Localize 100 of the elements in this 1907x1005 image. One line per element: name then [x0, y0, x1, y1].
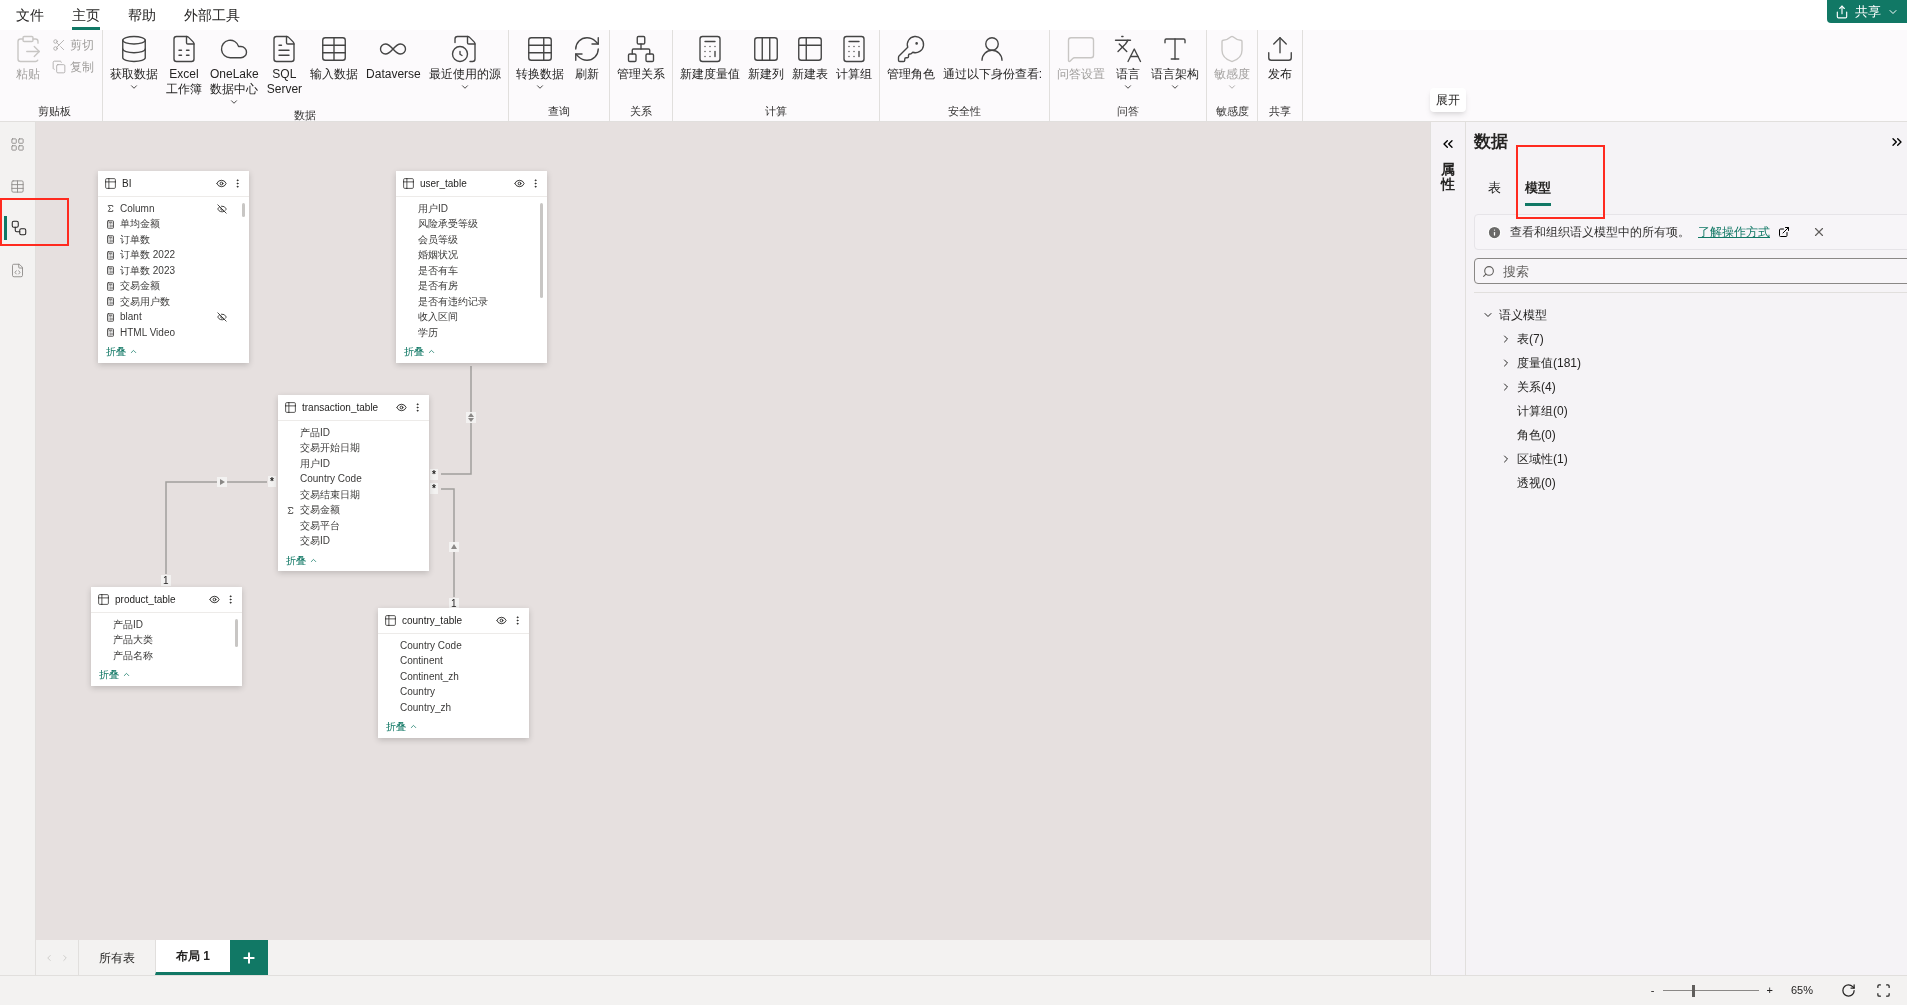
tree-item[interactable]: 透视(0) [1484, 473, 1907, 493]
ribbon-button[interactable]: 管理关系 [613, 30, 668, 82]
field-name[interactable]: Column [120, 202, 217, 215]
field-name[interactable]: 婚姻状况 [418, 249, 529, 262]
collapse-button[interactable]: 折叠 [91, 663, 242, 686]
ribbon-button[interactable]: 语言架构 [1148, 30, 1203, 92]
close-icon[interactable] [1812, 225, 1826, 239]
share-button[interactable]: 共享 [1827, 0, 1907, 23]
pane-tab[interactable]: 模型 [1525, 172, 1551, 206]
ribbon-button[interactable]: 语言 [1110, 30, 1147, 92]
scrollbar[interactable] [242, 203, 245, 217]
tree-item[interactable]: 计算组(0) [1484, 401, 1907, 421]
search-field[interactable]: 搜索 [1474, 258, 1907, 284]
field-name[interactable]: 交易金额 [300, 504, 411, 517]
ribbon-button[interactable]: 新建列 [744, 30, 787, 82]
field-name[interactable]: 订单数 [120, 233, 231, 246]
ribbon-button[interactable]: SQL Server [263, 30, 306, 97]
field-name[interactable]: 学历 [418, 326, 529, 339]
tree-item[interactable]: 关系(4) [1484, 377, 1907, 397]
ribbon-button[interactable]: Dataverse [363, 30, 424, 82]
ribbon-button[interactable]: 最近使用的源 [425, 30, 504, 92]
collapse-button[interactable]: 折叠 [278, 549, 429, 571]
field-name[interactable]: 风险承受等级 [418, 218, 529, 231]
field-name[interactable]: blant [120, 311, 217, 324]
ribbon-button[interactable]: 计算组 [832, 30, 875, 82]
field-name[interactable]: Country Code [300, 473, 411, 486]
field-name[interactable]: 交易金额 [120, 280, 231, 293]
ribbon-button[interactable]: OneLake 数据中心 [207, 30, 262, 107]
zoom-level: 65% [1790, 983, 1813, 999]
field-name[interactable]: 订单数 2022 [120, 249, 231, 262]
ribbon-button[interactable]: 输入数据 [307, 30, 362, 82]
menu-tab[interactable]: 外部工具 [184, 4, 240, 30]
field-name[interactable]: 订单数 2023 [120, 264, 231, 277]
field-name[interactable]: 是否有房 [418, 280, 529, 293]
field-name[interactable]: 是否有违约记录 [418, 295, 529, 308]
pane-tab[interactable]: 表 [1488, 172, 1501, 206]
table-card[interactable]: user_table 用户ID 风险承受等级 会员等级 婚姻状况 是否有车 是否有房 是否有违约记录 收入区间 学历 折叠 [396, 171, 547, 363]
ribbon-button[interactable]: 转换数据 [512, 30, 567, 92]
eye-icon[interactable] [216, 178, 227, 189]
field-name[interactable]: 交易开始日期 [300, 442, 411, 455]
collapse-button[interactable]: 折叠 [98, 340, 249, 363]
field-name[interactable]: 产品名称 [113, 649, 224, 662]
table-card[interactable]: product_table 产品ID 产品大类 产品名称 折叠 [91, 587, 242, 686]
menu-tab[interactable]: 文件 [16, 4, 44, 30]
field-name[interactable]: 交易结束日期 [300, 488, 411, 501]
zoom-out-button[interactable]: - [1650, 982, 1655, 999]
scrollbar[interactable] [540, 203, 543, 298]
field-name[interactable]: 会员等级 [418, 233, 529, 246]
tree-item[interactable]: 角色(0) [1484, 425, 1907, 445]
field-name[interactable]: 产品ID [113, 618, 224, 631]
field-name[interactable]: 用户ID [418, 202, 529, 215]
page-tab[interactable]: 布局 1 [155, 940, 230, 975]
zoom-in-button[interactable]: + [1766, 982, 1773, 999]
hidden-icon[interactable] [217, 203, 227, 214]
add-page-button[interactable] [230, 940, 268, 975]
collapse-button[interactable]: 折叠 [378, 715, 529, 738]
table-card[interactable]: country_table Country Code Continent Continent_zh Country Country_zh 折叠 [378, 608, 529, 738]
ribbon-button[interactable]: 管理角色 [883, 30, 938, 82]
field-name[interactable]: 收入区间 [418, 311, 529, 324]
field-name[interactable]: Country Code [400, 639, 511, 652]
tree-item[interactable]: 语义模型 [1474, 305, 1907, 325]
ribbon-button[interactable]: 新建表 [788, 30, 831, 82]
tree-item[interactable]: 度量值(181) [1484, 353, 1907, 373]
ribbon-button[interactable]: 获取数据 [107, 30, 161, 92]
field-name[interactable]: Continent_zh [400, 670, 511, 683]
field-name[interactable]: 交易ID [300, 535, 411, 548]
ribbon-button[interactable]: 新建度量值 [676, 30, 743, 82]
eye-icon[interactable] [496, 615, 507, 626]
eye-icon[interactable] [209, 594, 220, 605]
field-name[interactable]: 产品ID [300, 426, 411, 439]
field-name[interactable]: Country [400, 686, 511, 699]
fit-icon[interactable] [1876, 983, 1891, 998]
help-link[interactable]: 了解操作方式 [1698, 223, 1770, 241]
field-name[interactable]: Country_zh [400, 701, 511, 714]
slider-thumb[interactable] [1692, 984, 1696, 997]
field-name[interactable]: 用户ID [300, 457, 411, 470]
field-name[interactable]: HTML Video [120, 326, 231, 339]
field-name[interactable]: 是否有车 [418, 264, 529, 277]
tree-item[interactable]: 表(7) [1484, 329, 1907, 349]
eye-icon[interactable] [396, 402, 407, 413]
tree-item[interactable]: 区域性(1) [1484, 449, 1907, 469]
field-name[interactable]: 交易用户数 [120, 295, 231, 308]
menu-tab[interactable]: 帮助 [128, 4, 156, 30]
field-name[interactable]: 交易平台 [300, 519, 411, 532]
properties-label[interactable]: 属性 [1441, 162, 1455, 193]
ribbon-button[interactable]: 发布 [1262, 30, 1299, 82]
collapse-button[interactable]: 折叠 [396, 340, 547, 363]
ribbon-button[interactable]: 刷新 [568, 30, 605, 82]
ribbon-button[interactable]: 通过以下身份查看: [939, 30, 1046, 82]
hidden-icon[interactable] [217, 312, 227, 323]
ribbon-button[interactable]: Excel 工作簿 [163, 30, 205, 97]
table-card[interactable]: transaction_table 产品ID 交易开始日期 用户ID Country Code 交易结束日期 交易金额 交易平台 交易ID 折叠 [278, 395, 429, 571]
eye-icon[interactable] [514, 178, 525, 189]
reset-icon[interactable] [1841, 983, 1856, 998]
field-name[interactable]: 单均金额 [120, 218, 231, 231]
field-name[interactable]: 产品大类 [113, 634, 224, 647]
field-name[interactable]: Continent [400, 655, 511, 668]
table-card[interactable]: BI Column 单均金额 订单数 订单数 2022 订单数 2023 交易金额 交易用户数 blant HTML Video 折叠 [98, 171, 249, 363]
zoom-slider[interactable] [1662, 984, 1759, 997]
scrollbar[interactable] [235, 619, 238, 647]
